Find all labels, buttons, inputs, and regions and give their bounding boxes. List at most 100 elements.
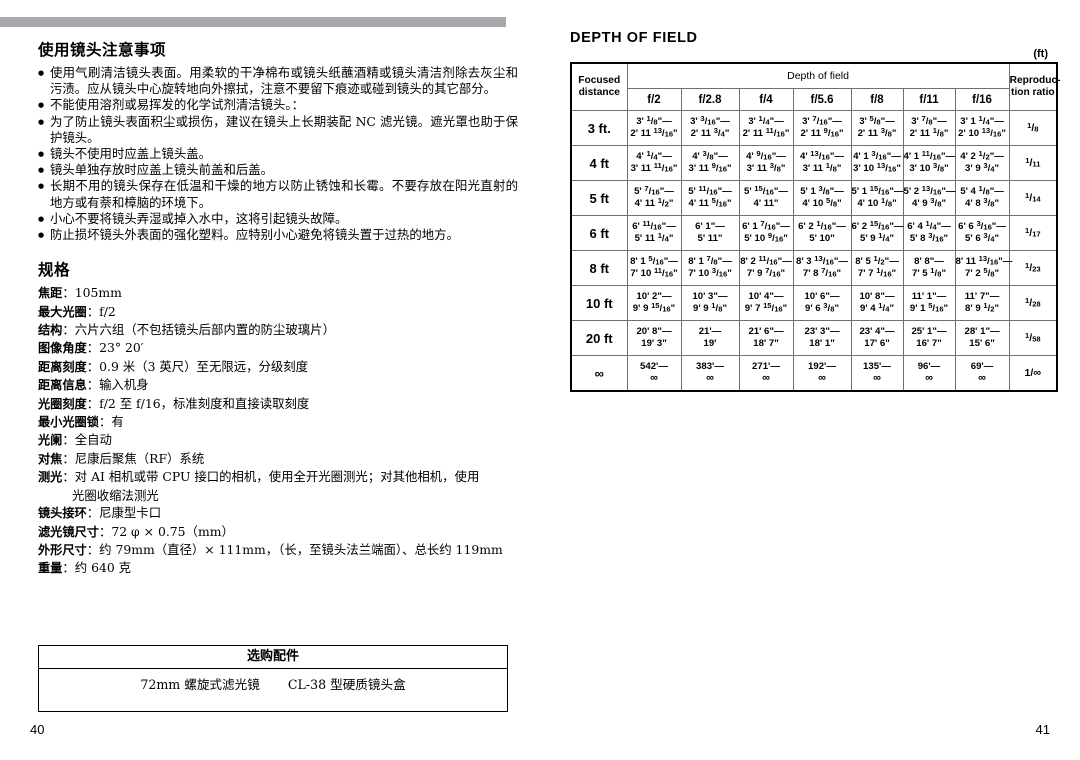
header-aperture-f2: f/2 (626, 88, 682, 111)
cell-depth-range: 6' 1 7/16"— 5' 10 9/16" (738, 215, 794, 251)
header-focused-line2: distance (578, 87, 620, 98)
cell-depth-range: 21'— 19' (680, 320, 740, 356)
cell-depth-range: 271'— ∞ (738, 355, 794, 392)
caution-item: 不能使用溶剂或易挥发的化学试剂清洁镜头。： (38, 97, 518, 114)
cell-depth-range: 10' 4"— 9' 7 15/16" (738, 285, 794, 321)
cell-depth-range: 96'— ∞ (902, 355, 956, 392)
caution-item: 为了防止镜头表面积尘或损伤，建议在镜头上长期装配 NC 滤光镜。遮光罩也助于保护… (38, 114, 518, 146)
spec-key: 对焦 (38, 451, 63, 466)
cell-reproduction-ratio: 1/8 (1008, 110, 1058, 146)
optional-accessories-box: 选购配件 72mm 螺旋式滤光镜 CL-38 型硬质镜头盒 (38, 645, 508, 712)
cell-depth-range: 8' 11 13/16"— 7' 2 5/8" (954, 250, 1012, 286)
spec-value: ：有 (98, 414, 124, 430)
cell-depth-range: 8' 2 11/16"— 7' 9 7/16" (738, 250, 794, 286)
cell-depth-range: 8' 8"— 7' 5 1/8" (902, 250, 956, 286)
header-focused-distance: Focused distance (570, 62, 628, 111)
spec-key: 最小光圈锁 (38, 415, 99, 430)
spec-key: 测光 (38, 470, 63, 485)
spec-key: 光圈刻度 (38, 396, 87, 411)
spec-row: 结构：六片六组（不包括镜头后部内置的防尘玻璃片） (38, 321, 518, 339)
caution-item: 镜头不使用时应盖上镜头盖。 (38, 146, 518, 163)
header-ratio-line2: tion ratio (1011, 87, 1055, 98)
caution-item: 防止损坏镜头外表面的强化塑料。应特别小心避免将镜头置于过热的地方。 (38, 227, 518, 244)
cell-depth-range: 6' 2 1/16"— 5' 10" (792, 215, 852, 251)
cell-focused-distance: 6 ft (570, 215, 628, 251)
spec-key: 滤光镜尺寸 (38, 524, 99, 539)
depth-of-field-table: Focused distance Depth of field Reproduc… (570, 62, 1061, 392)
cell-depth-range: 5' 2 13/16"— 4' 9 3/8" (902, 180, 956, 216)
cell-focused-distance: 10 ft (570, 285, 628, 321)
depth-of-field-title: DEPTH OF FIELD (570, 30, 698, 46)
spec-row: 图像角度：23° 20′ (38, 339, 518, 357)
spec-row: 距离刻度：0.9 米（3 英尺）至无限远，分级刻度 (38, 358, 518, 376)
table-row: 3 ft. 3' 1/8"— 2' 11 13/16" 3' 3/16"— 2' 11 … (570, 110, 1058, 146)
spec-row: 最大光圈：f/2 (38, 303, 518, 321)
cell-depth-range: 4' 2 1/2"— 3' 9 3/4" (954, 145, 1010, 181)
cell-depth-range: 8' 1 5/16"— 7' 10 11/16" (626, 250, 682, 286)
spec-key: 焦距 (38, 286, 63, 301)
cell-reproduction-ratio: 1/∞ (1008, 355, 1058, 392)
cell-depth-range: 5' 15/16"— 4' 11" (738, 180, 794, 216)
table-row: ∞ 542'— ∞ 383'— ∞ 271'— ∞ 192'— ∞ 135'— ∞ 96'— ∞ 69'—… (570, 355, 1058, 392)
cell-depth-range: 8' 3 13/16"— 7' 8 7/16" (792, 250, 852, 286)
header-depth-of-field-group: Depth of field (626, 62, 1010, 89)
header-aperture-f28: f/2.8 (680, 88, 740, 111)
cell-reproduction-ratio: 1/17 (1008, 215, 1058, 251)
spec-key: 外形尺寸 (38, 542, 87, 557)
specifications-list: 焦距：105mm 最大光圈：f/2 结构：六片六组（不包括镜头后部内置的防尘玻璃… (38, 284, 518, 578)
header-reproduction-ratio: Reproduc- tion ratio (1008, 62, 1061, 111)
spec-row: 对焦：尼康后聚焦（RF）系统 (38, 450, 518, 468)
header-aperture-f11: f/11 (902, 88, 956, 111)
cell-depth-range: 4' 1 3/16"— 3' 10 13/16" (850, 145, 904, 181)
cell-depth-range: 5' 4 1/8"— 4' 8 3/8" (954, 180, 1010, 216)
table-row: 6 ft 6' 11/16"— 5' 11 1/4" 6' 1"— 5' 11" 6' 1… (570, 215, 1058, 251)
cell-depth-range: 4' 9/16"— 3' 11 3/8" (738, 145, 794, 181)
cell-focused-distance: 3 ft. (570, 110, 628, 146)
spec-value: 光圈收缩法测光 (72, 487, 159, 503)
cell-depth-range: 21' 6"— 18' 7" (738, 320, 794, 356)
cell-depth-range: 5' 1 3/8"— 4' 10 5/8" (792, 180, 852, 216)
cell-depth-range: 6' 4 1/4"— 5' 8 3/16" (902, 215, 956, 251)
accessory-item-case: CL-38 型硬质镜头盒 (287, 677, 406, 692)
caution-item: 使用气刷清洁镜头表面。用柔软的干净棉布或镜头纸蘸酒精或镜头清洁剂除去灰尘和污渍。… (38, 65, 518, 97)
spec-value: ：f/2 (86, 303, 116, 319)
spec-key: 重量 (38, 561, 63, 576)
left-column: 使用镜头注意事项 使用气刷清洁镜头表面。用柔软的干净棉布或镜头纸蘸酒精或镜头清洁… (38, 38, 518, 578)
spec-value: ：约 640 克 (62, 560, 132, 576)
spec-row: 重量：约 640 克 (38, 559, 518, 577)
cell-depth-range: 383'— ∞ (680, 355, 740, 392)
cell-depth-range: 135'— ∞ (850, 355, 904, 392)
cell-depth-range: 3' 7/16"— 2' 11 9/16" (792, 110, 852, 146)
header-aperture-f16: f/16 (954, 88, 1010, 111)
cell-depth-range: 28' 1"— 15' 6" (954, 320, 1010, 356)
cautions-list: 使用气刷清洁镜头表面。用柔软的干净棉布或镜头纸蘸酒精或镜头清洁剂除去灰尘和污渍。… (38, 65, 518, 244)
cell-depth-range: 4' 1 11/16"— 3' 10 3/8" (902, 145, 956, 181)
spec-key: 最大光圈 (38, 304, 87, 319)
cell-depth-range: 10' 3"— 9' 9 1/8" (680, 285, 740, 321)
spec-value: ：对 AI 相机或带 CPU 接口的相机，使用全开光圈测光；对其他相机，使用 (62, 469, 480, 485)
cell-focused-distance: 4 ft (570, 145, 628, 181)
spec-value: ：全自动 (62, 432, 112, 448)
spec-key: 距离信息 (38, 378, 87, 393)
cell-depth-range: 25' 1"— 16' 7" (902, 320, 956, 356)
cell-depth-range: 3' 5/8"— 2' 11 3/8" (850, 110, 904, 146)
spec-row: 滤光镜尺寸：72 φ × 0.75（mm） (38, 523, 518, 541)
spec-key: 结构 (38, 323, 63, 338)
cell-depth-range: 11' 7"— 8' 9 1/2" (954, 285, 1010, 321)
cell-depth-range: 4' 3/8"— 3' 11 9/16" (680, 145, 740, 181)
table-row: 4 ft 4' 1/4"— 3' 11 11/16" 4' 3/8"— 3' 11 9/… (570, 145, 1058, 181)
spec-value: ：约 79mm（直径）× 111mm，（长，至镜头法兰端面）、总长约 119mm (86, 541, 503, 557)
cell-depth-range: 6' 6 3/16"— 5' 6 3/4" (954, 215, 1010, 251)
table-row: 5 ft 5' 7/16"— 4' 11 1/2" 5' 11/16"— 4' 11 5… (570, 180, 1058, 216)
cell-depth-range: 20' 8"— 19' 3" (626, 320, 682, 356)
spec-row: 距离信息：输入机身 (38, 376, 518, 394)
header-ratio-line1: Reproduc- (1009, 75, 1061, 86)
cell-reproduction-ratio: 1/23 (1008, 250, 1058, 286)
caution-item: 小心不要将镜头弄湿或掉入水中，这将引起镜头故障。 (38, 211, 518, 228)
spec-row: 外形尺寸：约 79mm（直径）× 111mm，（长，至镜头法兰端面）、总长约 1… (38, 541, 518, 559)
specifications-heading: 规格 (38, 261, 71, 280)
cell-depth-range: 11' 1"— 9' 1 5/16" (902, 285, 956, 321)
cell-depth-range: 192'— ∞ (792, 355, 852, 392)
right-column: DEPTH OF FIELD (ft) Focused distance Dep… (570, 30, 1061, 392)
spec-row: 镜头接环：尼康型卡口 (38, 504, 518, 522)
